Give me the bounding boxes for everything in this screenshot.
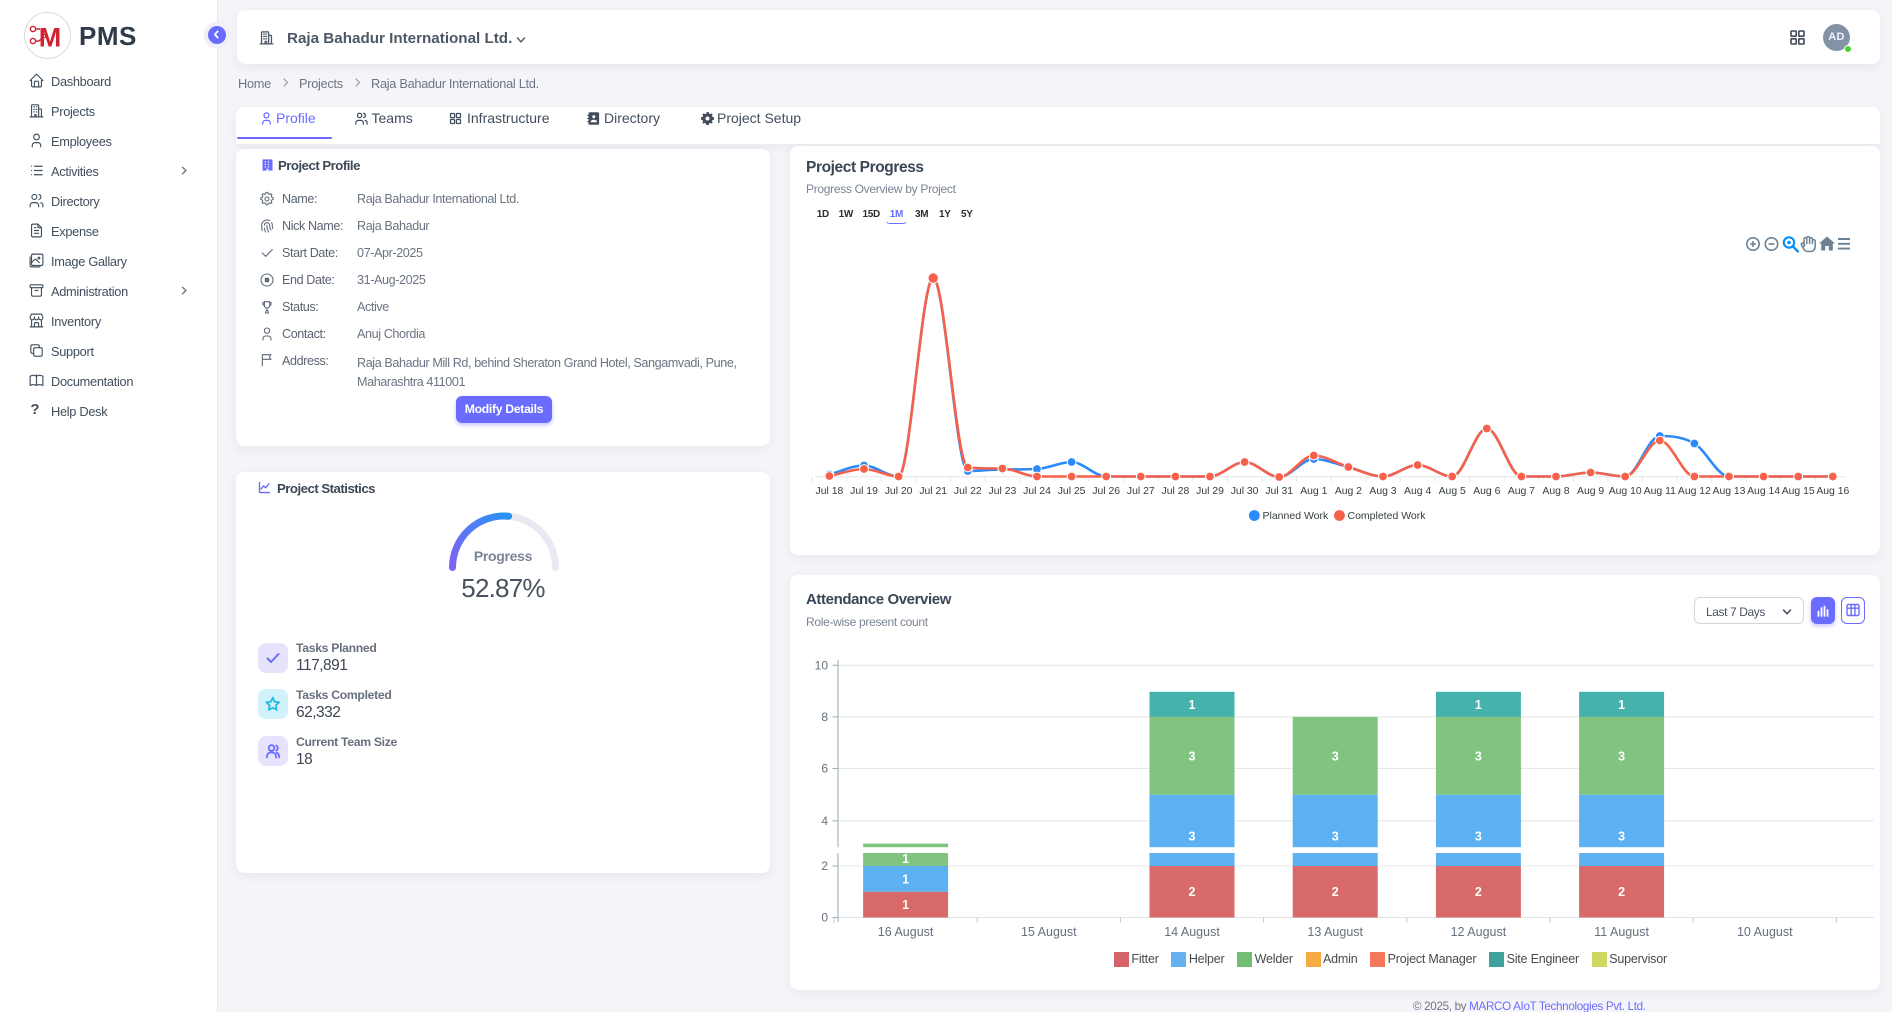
svg-text:Jul 31: Jul 31 [1265,486,1293,497]
svg-text:1: 1 [1189,698,1196,712]
svg-text:Jul 25: Jul 25 [1058,486,1086,497]
svg-text:2: 2 [1332,885,1339,899]
svg-text:3: 3 [1475,830,1482,844]
svg-text:Jul 19: Jul 19 [850,486,878,497]
svg-text:Jul 23: Jul 23 [989,486,1017,497]
svg-text:Aug 10: Aug 10 [1609,486,1642,497]
svg-text:Aug 16: Aug 16 [1816,486,1849,497]
svg-text:Aug 3: Aug 3 [1369,486,1396,497]
svg-text:10: 10 [815,658,829,672]
svg-text:1: 1 [902,872,909,886]
svg-text:Planned Work: Planned Work [1263,510,1330,522]
svg-text:15 August: 15 August [1021,925,1077,939]
svg-text:1: 1 [902,852,909,866]
svg-text:Aug 6: Aug 6 [1473,486,1500,497]
svg-text:Jul 21: Jul 21 [919,486,947,497]
svg-text:3: 3 [1332,830,1339,844]
svg-text:Jul 28: Jul 28 [1162,486,1190,497]
svg-text:Jul 26: Jul 26 [1092,486,1120,497]
svg-text:10 August: 10 August [1737,925,1793,939]
svg-text:Jul 20: Jul 20 [885,486,913,497]
svg-text:0: 0 [821,911,828,925]
svg-text:12 August: 12 August [1451,925,1507,939]
svg-text:Jul 18: Jul 18 [816,486,844,497]
svg-text:Jul 24: Jul 24 [1023,486,1051,497]
svg-text:2: 2 [1618,885,1625,899]
svg-text:Aug 7: Aug 7 [1508,486,1535,497]
svg-text:16 August: 16 August [878,925,934,939]
svg-text:3: 3 [1332,749,1339,763]
svg-text:Jul 27: Jul 27 [1127,486,1155,497]
svg-text:8: 8 [821,710,828,724]
svg-text:Aug 15: Aug 15 [1782,486,1815,497]
svg-text:Jul 22: Jul 22 [954,486,982,497]
svg-text:3: 3 [1618,830,1625,844]
svg-text:1: 1 [902,898,909,912]
svg-text:Jul 29: Jul 29 [1196,486,1224,497]
svg-text:Aug 4: Aug 4 [1404,486,1431,497]
svg-text:Aug 14: Aug 14 [1747,486,1780,497]
svg-text:11 August: 11 August [1594,925,1649,939]
svg-text:4: 4 [821,814,828,828]
svg-text:2: 2 [1189,885,1196,899]
svg-text:1: 1 [1618,698,1625,712]
svg-text:Aug 13: Aug 13 [1713,486,1746,497]
svg-text:Completed Work: Completed Work [1348,510,1427,522]
svg-text:1: 1 [1475,698,1482,712]
svg-text:Aug 9: Aug 9 [1577,486,1604,497]
svg-text:Jul 30: Jul 30 [1231,486,1259,497]
svg-text:Aug 8: Aug 8 [1542,486,1569,497]
svg-text:3: 3 [1475,749,1482,763]
svg-text:Aug 2: Aug 2 [1335,486,1362,497]
svg-text:3: 3 [1618,749,1625,763]
svg-text:13 August: 13 August [1307,925,1363,939]
svg-text:2: 2 [821,859,828,873]
svg-text:3: 3 [1189,749,1196,763]
svg-text:14 August: 14 August [1164,925,1220,939]
svg-text:Aug 12: Aug 12 [1678,486,1711,497]
svg-text:Aug 1: Aug 1 [1300,486,1327,497]
svg-text:2: 2 [1475,885,1482,899]
svg-text:Aug 5: Aug 5 [1439,486,1466,497]
svg-text:Aug 11: Aug 11 [1644,486,1676,497]
svg-text:6: 6 [821,762,828,776]
svg-text:3: 3 [1189,830,1196,844]
